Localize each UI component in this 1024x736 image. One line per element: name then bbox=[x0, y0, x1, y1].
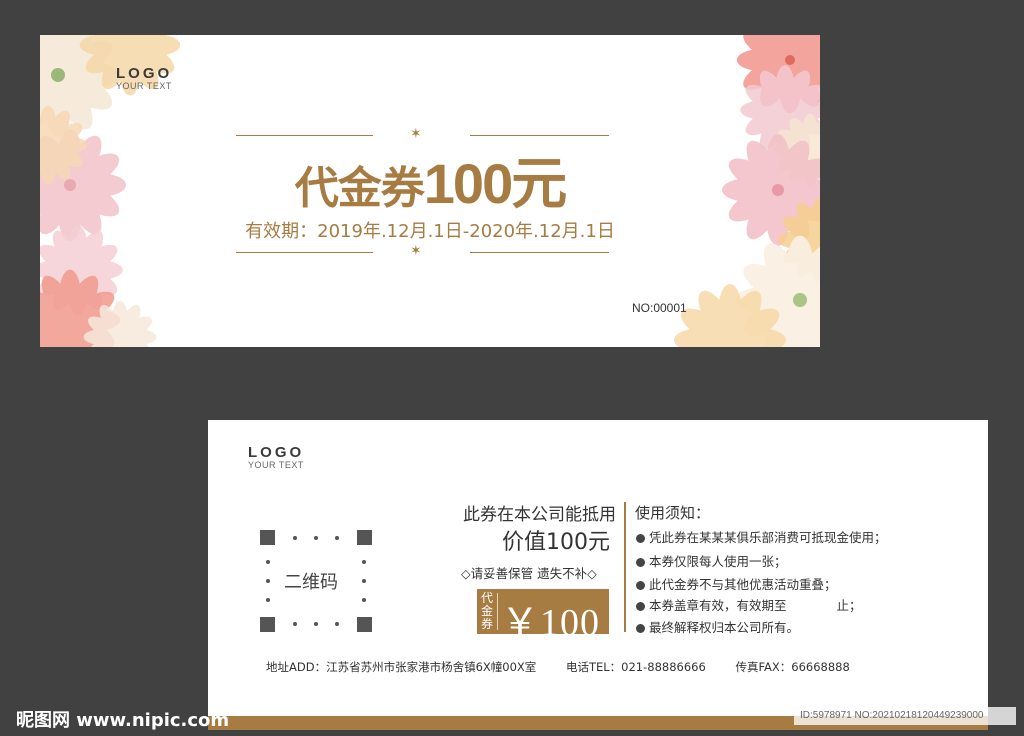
divider-top-right bbox=[470, 135, 609, 136]
vertical-divider bbox=[624, 502, 626, 632]
divider-top-left bbox=[236, 135, 373, 136]
divider-bottom-right bbox=[470, 252, 609, 253]
validity-period: 有效期：2019年.12月.1日-2020年.12月.1日 bbox=[245, 221, 615, 242]
bullet-icon bbox=[636, 581, 645, 590]
logo-subtext: YOUR TEXT bbox=[116, 81, 172, 91]
logo-subtext: YOUR TEXT bbox=[248, 460, 304, 470]
voucher-front: LOGO YOUR TEXT ✶ 代金券100元 有效期：2019年.12月.1… bbox=[40, 35, 820, 347]
rule-item: 此代金券不与其他优惠活动重叠； bbox=[636, 574, 837, 593]
title-cn: 代金券 bbox=[294, 163, 425, 214]
front-logo: LOGO YOUR TEXT bbox=[116, 65, 172, 91]
back-logo: LOGO YOUR TEXT bbox=[248, 444, 304, 470]
logo-text: LOGO bbox=[248, 444, 305, 461]
bullet-icon bbox=[636, 602, 645, 611]
logo-text: LOGO bbox=[116, 65, 173, 82]
value-line: 价值100元 bbox=[502, 530, 610, 555]
bullet-icon bbox=[636, 534, 645, 543]
price-vertical-label: 代 金 券 bbox=[481, 591, 494, 631]
address: 地址ADD：江苏省苏州市张家港市杨舍镇6X幢00X室 bbox=[266, 660, 537, 674]
keep-safe-note: ◇请妥善保管 遗失不补◇ bbox=[461, 566, 597, 581]
fax: 传真FAX：66668888 bbox=[735, 660, 850, 674]
phone: 电话TEL：021-88886666 bbox=[565, 660, 706, 674]
price-value: ￥100 bbox=[501, 602, 601, 644]
voucher-number: NO:00001 bbox=[632, 301, 687, 315]
star-icon: ✶ bbox=[410, 243, 422, 259]
rule-item: 本券仅限每人使用一张； bbox=[636, 551, 787, 570]
rules-title: 使用须知： bbox=[635, 504, 711, 522]
usage-line: 此券在本公司能抵用 bbox=[463, 505, 616, 525]
price-badge: 代 金 券 ￥100 bbox=[477, 589, 609, 644]
watermark-site: 昵图网 www.nipic.com bbox=[16, 710, 230, 731]
rule-item: 凭此券在某某某俱乐部消费可抵现金使用； bbox=[636, 527, 887, 546]
divider-bottom-left bbox=[236, 252, 373, 253]
contact-footer: 地址ADD：江苏省苏州市张家港市杨舍镇6X幢00X室 电话TEL：021-888… bbox=[266, 659, 876, 675]
voucher-back: LOGO YOUR TEXT 二维码 此券在本公司能抵用 价值100元 ◇请妥善… bbox=[208, 420, 988, 730]
watermark-id: ID:5978971 NO:20210218120449239000 bbox=[794, 707, 1016, 725]
voucher-title: 代金券100元 bbox=[220, 139, 640, 220]
qr-label: 二维码 bbox=[284, 572, 338, 593]
flower-decoration-right bbox=[674, 35, 820, 347]
title-amount: 100元 bbox=[423, 152, 567, 215]
bullet-icon bbox=[636, 558, 645, 567]
rule-item: 最终解释权归本公司所有。 bbox=[636, 617, 799, 636]
bullet-icon bbox=[636, 624, 645, 633]
rule-item: 本券盖章有效，有效期至 止； bbox=[636, 595, 862, 614]
